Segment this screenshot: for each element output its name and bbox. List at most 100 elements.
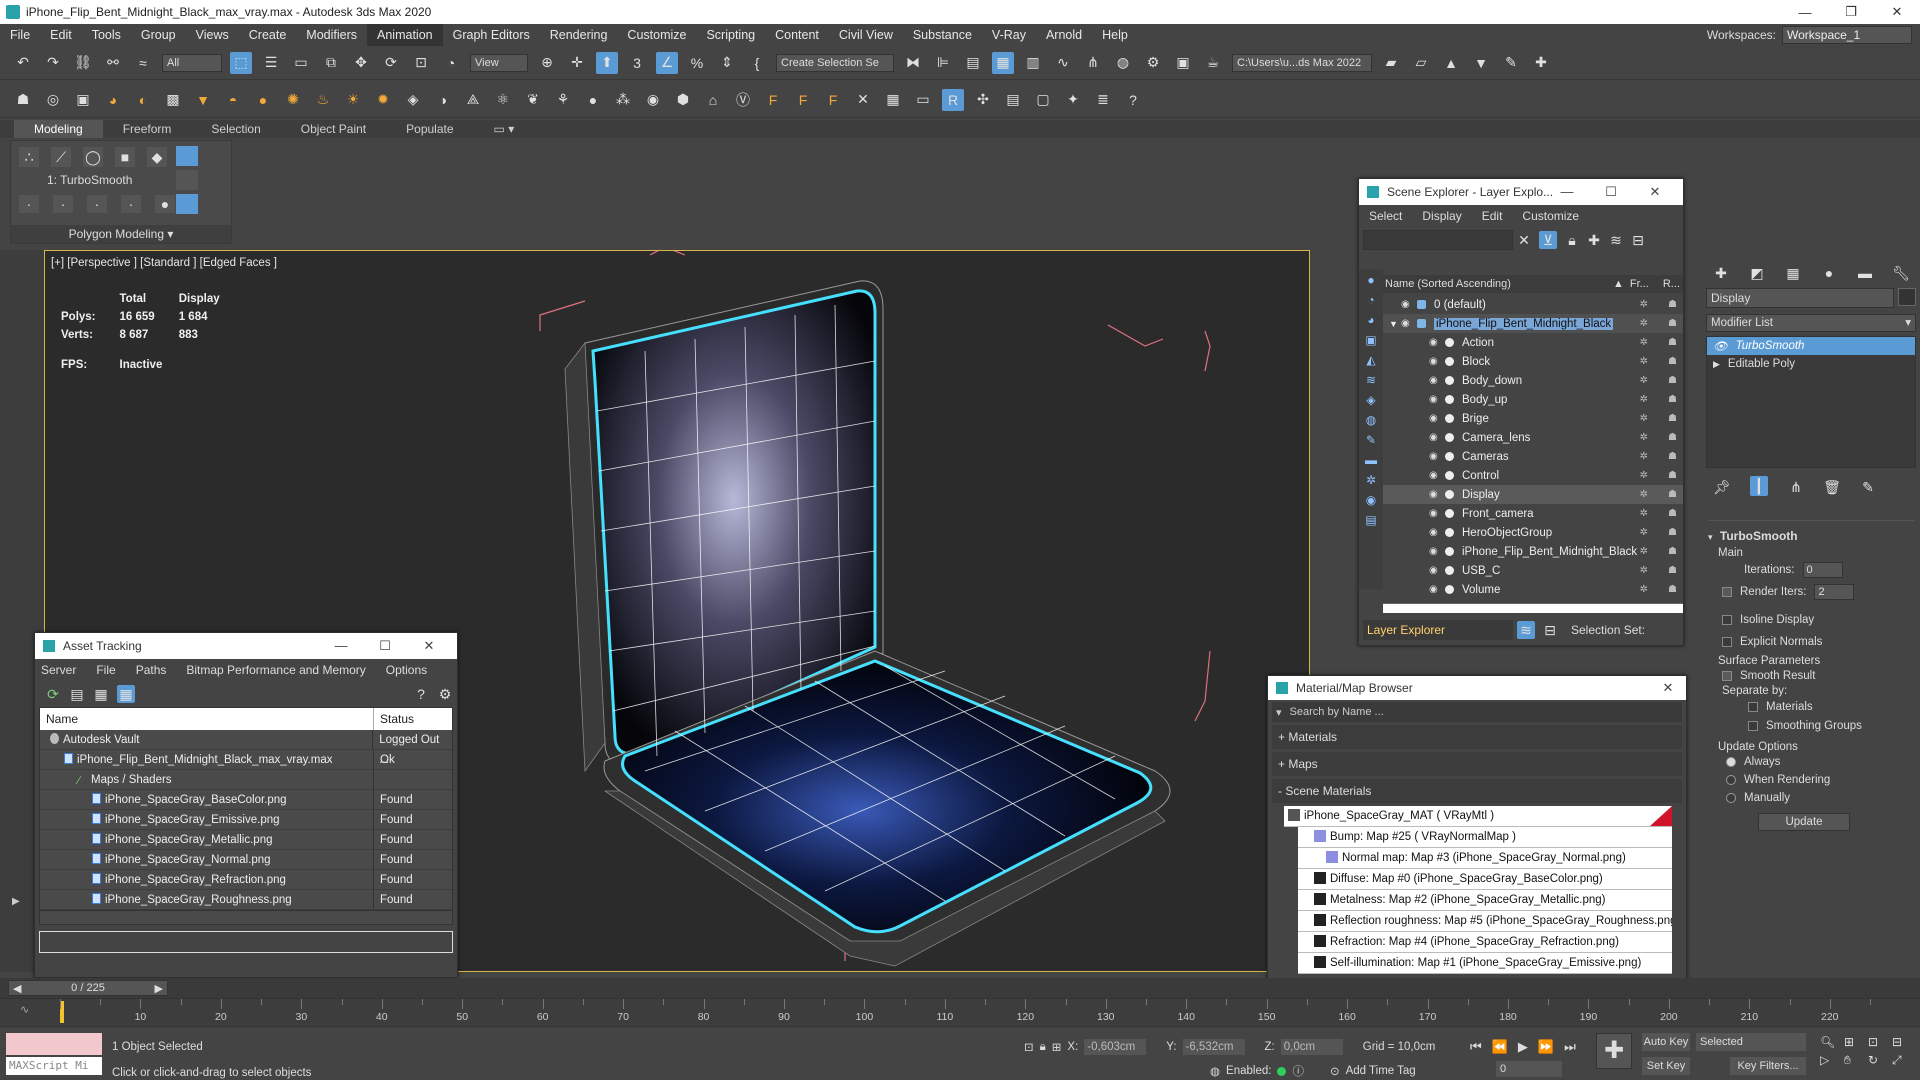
vray-clipper-icon[interactable]: ⚘: [552, 89, 574, 111]
hierarchy-tab-icon[interactable]: ▦: [1784, 262, 1802, 284]
zoom-extents-all-icon[interactable]: ⊟: [1892, 1035, 1912, 1049]
edit-named-sel-icon[interactable]: {: [746, 52, 768, 74]
zoom-icon[interactable]: 🔍︎: [1820, 1035, 1840, 1049]
layer-row[interactable]: ◉ USB_C ✲ ☗: [1383, 561, 1683, 580]
search-input[interactable]: [1363, 230, 1513, 250]
pan-icon[interactable]: ✋︎: [1844, 1053, 1864, 1068]
layers-icon[interactable]: ≋: [1609, 229, 1623, 251]
scene-explorer-hscroll[interactable]: [1383, 603, 1683, 613]
vray-sphere-light-icon[interactable]: ◓: [222, 89, 244, 111]
list-view-icon[interactable]: ▤: [69, 686, 85, 702]
maps-section[interactable]: + Maps: [1272, 752, 1682, 776]
freeze-icon[interactable]: ✲: [1640, 337, 1648, 348]
visibility-eye-icon[interactable]: ◉: [1401, 318, 1413, 329]
set-key-mode-button[interactable]: Set Key: [1642, 1057, 1690, 1075]
go-to-end-icon[interactable]: ⏭: [1564, 1039, 1576, 1055]
render-teapot-icon[interactable]: ☗: [1668, 356, 1677, 367]
map-item[interactable]: Diffuse: Map #0 (iPhone_SpaceGray_BaseCo…: [1298, 869, 1672, 890]
modifier-list-dropdown[interactable]: Modifier List ▾: [1706, 314, 1916, 332]
maximize-button[interactable]: ☐: [363, 633, 407, 659]
render-teapot-icon[interactable]: ☗: [1668, 470, 1677, 481]
render-teapot-icon[interactable]: ☗: [1668, 508, 1677, 519]
isoline-checkbox[interactable]: [1722, 615, 1732, 625]
minimize-button[interactable]: —: [1545, 179, 1589, 205]
minimize-button[interactable]: —: [319, 633, 363, 659]
asset-path-field[interactable]: [39, 931, 453, 953]
display-bones-icon[interactable]: ▬: [1365, 453, 1377, 467]
help-icon[interactable]: ?: [413, 686, 429, 702]
zoom-all-icon[interactable]: ⊞: [1844, 1035, 1864, 1049]
asset-row[interactable]: ∕ Maps / Shaders: [40, 770, 452, 790]
iterations-spinner[interactable]: 0: [1802, 562, 1843, 578]
current-frame-field[interactable]: 0: [1496, 1061, 1562, 1077]
visibility-eye-icon[interactable]: ◉: [1429, 508, 1441, 519]
percent-snap-icon[interactable]: %: [686, 52, 708, 74]
ribbon-tab-modeling[interactable]: Modeling: [14, 120, 103, 138]
maximize-button[interactable]: ☐: [1589, 179, 1633, 205]
eye-icon[interactable]: 👁︎: [1713, 339, 1728, 353]
set-key-button[interactable]: ✚: [1596, 1033, 1632, 1069]
y-coordinate-field[interactable]: -6,532cm: [1182, 1039, 1245, 1055]
table-view-icon[interactable]: ▦: [117, 685, 135, 703]
map-item[interactable]: Bump: Map #25 ( VRayNormalMap ): [1298, 827, 1672, 848]
asset-table-hscroll[interactable]: [40, 910, 452, 924]
rect-selection-icon[interactable]: ▭: [290, 52, 312, 74]
asset-row[interactable]: iPhone_SpaceGray_Metallic.png Found: [40, 830, 452, 850]
mtl-icon[interactable]: ◉: [642, 89, 664, 111]
toggle-ribbon-icon[interactable]: ▥: [1022, 52, 1044, 74]
render-teapot-icon[interactable]: ☗: [1668, 527, 1677, 538]
render-setup-icon[interactable]: ⚙: [1142, 52, 1164, 74]
menu-customize[interactable]: Customize: [617, 24, 696, 46]
reference-coord-dropdown[interactable]: View: [470, 53, 528, 72]
display-cameras-icon[interactable]: ◭: [1366, 353, 1375, 367]
explorer-menu-edit[interactable]: Edit: [1482, 209, 1503, 223]
vray-sun-icon[interactable]: ◐: [132, 89, 154, 111]
pin-stack-icon[interactable]: [176, 146, 198, 166]
schematic-view-icon[interactable]: ⋔: [1082, 52, 1104, 74]
asset-row[interactable]: iPhone_SpaceGray_BaseColor.png Found: [40, 790, 452, 810]
box-icon[interactable]: ▣: [72, 89, 94, 111]
menu-modifiers[interactable]: Modifiers: [296, 24, 367, 46]
layer-row[interactable]: ◉ Volume ✲ ☗: [1383, 580, 1683, 599]
object-name-field[interactable]: Display: [1706, 288, 1894, 308]
freeze-icon[interactable]: ✲: [1640, 527, 1648, 538]
mirror-icon[interactable]: ⧓: [902, 52, 924, 74]
project-settings-icon[interactable]: ▲: [1440, 52, 1462, 74]
particles-icon[interactable]: ⁂: [612, 89, 634, 111]
visibility-eye-icon[interactable]: ◉: [1429, 356, 1441, 367]
time-slider[interactable]: ◀ 0 / 225 ▶: [8, 980, 168, 996]
project-folder-icon[interactable]: ▰: [1380, 52, 1402, 74]
layer-row[interactable]: ◉ Camera_lens ✲ ☗: [1383, 428, 1683, 447]
asset-menu-bitmap-performance-and-memory[interactable]: Bitmap Performance and Memory: [186, 663, 365, 677]
go-to-start-icon[interactable]: ⏮: [1470, 1039, 1482, 1055]
menu-scripting[interactable]: Scripting: [696, 24, 765, 46]
smooth-result-checkbox[interactable]: [1722, 671, 1732, 681]
rollout-header[interactable]: ▾ TurboSmooth: [1708, 529, 1914, 547]
visibility-eye-icon[interactable]: ◉: [1429, 375, 1441, 386]
visibility-eye-icon[interactable]: ◉: [1429, 527, 1441, 538]
display-containers-icon[interactable]: ✲: [1366, 473, 1376, 487]
asset-menu-paths[interactable]: Paths: [136, 663, 167, 677]
transform-icon[interactable]: ✣: [972, 89, 994, 111]
freeze-icon[interactable]: ✲: [1640, 394, 1648, 405]
auto-key-button[interactable]: Auto Key: [1642, 1033, 1690, 1051]
vray-camera-icon[interactable]: ▩: [162, 89, 184, 111]
close-button[interactable]: ✕: [1633, 179, 1677, 205]
track-bar[interactable]: ∿ 10 20 30 40 50 60 70 80 90 100 110 120 130 140 150 16…: [0, 998, 1920, 1026]
create-tab-icon[interactable]: ✚: [1712, 262, 1730, 284]
brush-icon[interactable]: ✎: [1500, 52, 1522, 74]
prev-frame-icon[interactable]: ◀: [13, 982, 21, 995]
visibility-eye-icon[interactable]: ◉: [1429, 451, 1441, 462]
menu-substance[interactable]: Substance: [903, 24, 982, 46]
pivot-icon[interactable]: ⊕: [536, 52, 558, 74]
add-icon[interactable]: ✚: [1530, 52, 1552, 74]
freeze-icon[interactable]: ✲: [1640, 375, 1648, 386]
layer-row[interactable]: ◉ Cameras ✲ ☗: [1383, 447, 1683, 466]
materials-checkbox[interactable]: [1748, 702, 1758, 712]
menu-content[interactable]: Content: [765, 24, 829, 46]
next-frame-icon[interactable]: ▶: [155, 982, 163, 995]
filter-icon[interactable]: ⊻: [1539, 231, 1557, 249]
link-icon[interactable]: ⛓: [72, 52, 94, 74]
pin-stack-icon[interactable]: 📌︎: [1713, 476, 1731, 498]
menu-group[interactable]: Group: [131, 24, 186, 46]
